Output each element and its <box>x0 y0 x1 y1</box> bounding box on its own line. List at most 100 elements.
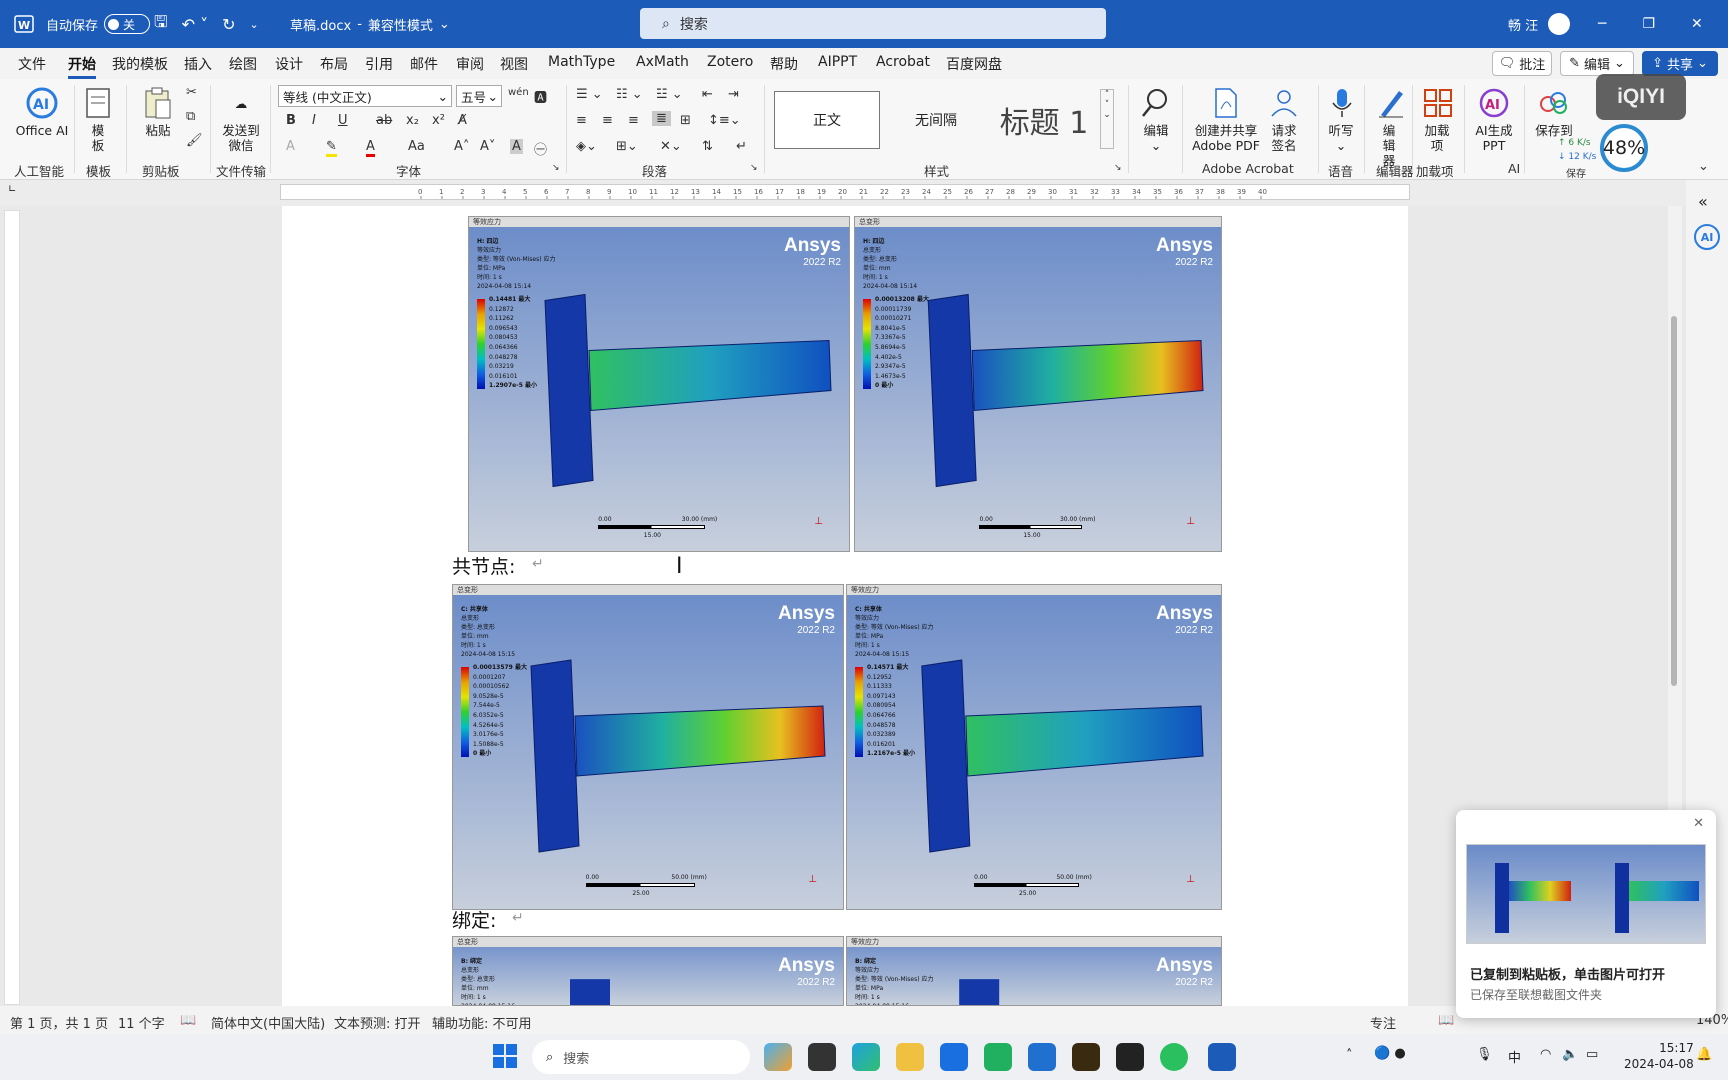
avatar[interactable] <box>1548 13 1571 35</box>
line-spacing-icon[interactable]: ↕≡⌄ <box>708 113 741 128</box>
save-to-button[interactable]: 保存到 <box>1530 85 1578 138</box>
page-count[interactable]: 第 1 页，共 1 页 <box>10 1013 108 1032</box>
edge-icon[interactable] <box>852 1043 880 1071</box>
ansys-image-4[interactable]: 等效应力 Ansys 2022 R2 C: 共享体 等效应力 类型: 等效 (Von-Mi… <box>846 584 1222 910</box>
distributed-icon[interactable]: ⊞ <box>680 113 691 128</box>
create-share-pdf-button[interactable]: 创建并共享 Adobe PDF <box>1188 85 1264 153</box>
paragraph-dialog-launcher-icon[interactable]: ↘ <box>750 163 758 173</box>
request-signature-button[interactable]: 请求签名 <box>1266 85 1302 153</box>
tab-mailings[interactable]: 邮件 <box>410 54 438 74</box>
tab-review[interactable]: 审阅 <box>456 54 484 74</box>
editing-button[interactable]: 编辑 ⌄ <box>1136 85 1176 153</box>
tab-home[interactable]: 开始 <box>68 54 96 79</box>
collapse-pane-icon[interactable]: « <box>1698 192 1708 211</box>
ime-indicator[interactable]: 中 <box>1508 1047 1521 1066</box>
notification-bell-icon[interactable]: 🔔 <box>1696 1047 1712 1062</box>
windows-start-icon[interactable] <box>492 1043 520 1071</box>
bullets-icon[interactable]: ☰ ⌄ <box>576 87 603 102</box>
multilevel-list-icon[interactable]: ☳ ⌄ <box>656 87 683 102</box>
styles-gallery-scroll[interactable]: ˄ ˅ ⌄ <box>1100 89 1114 149</box>
vertical-ruler[interactable] <box>4 210 20 1005</box>
text-effects-icon[interactable]: A <box>286 139 295 154</box>
ansys-image-5[interactable]: 总变形 Ansys 2022 R2 B: 绑定 总变形 类型: 总变形 单位: mm 时间: … <box>452 936 844 1006</box>
horizontal-ruler[interactable]: 0 1 2 3 4 5 6 7 8 9 10 11 12 13 14 15 16 17 18 19 20 21 22 23 24… <box>280 184 1410 200</box>
lenovo-app-icon[interactable] <box>940 1043 968 1071</box>
phonetic-guide-icon[interactable]: wén <box>508 87 529 98</box>
close-icon[interactable]: ✕ <box>1693 816 1704 831</box>
style-no-spacing[interactable]: 无间隔 <box>886 91 986 149</box>
change-case-icon[interactable]: Aa <box>408 139 425 154</box>
increase-indent-icon[interactable]: ⇥ <box>728 87 739 102</box>
accessibility-status[interactable]: 辅助功能: 不可用 <box>432 1013 532 1032</box>
show-marks-icon[interactable]: ↵ <box>736 139 747 154</box>
ansys-image-3[interactable]: 总变形 Ansys 2022 R2 C: 共享体 总变形 类型: 总变形 单位: mm 时间:… <box>452 584 844 910</box>
ansys-image-2[interactable]: 总变形 Ansys 2022 R2 H: 四边 总变形 类型: 总变形 单位: mm 时间: … <box>854 216 1222 552</box>
iqiyi-overlay[interactable]: iQIYI <box>1596 74 1686 120</box>
scroll-thumb[interactable] <box>1671 316 1677 686</box>
tab-stop-selector[interactable]: ∟ <box>8 184 16 195</box>
tab-aippt[interactable]: AIPPT <box>818 54 857 70</box>
document-page[interactable]: 等效应力 Ansys 2022 R2 H: 四边 等效应力 类型: 等效 (Von-Mis… <box>282 206 1408 1006</box>
close-icon[interactable]: ✕ <box>1691 16 1703 32</box>
minimize-icon[interactable]: ─ <box>1598 16 1606 32</box>
redo-icon[interactable]: ↻ <box>222 15 235 34</box>
sort-icon[interactable]: ⇅ <box>702 139 713 154</box>
tab-draw[interactable]: 绘图 <box>229 54 257 74</box>
tab-baidu-netdisk[interactable]: 百度网盘 <box>946 54 1002 74</box>
editor-button[interactable]: 编辑器 <box>1372 85 1406 168</box>
autosave-control[interactable]: 自动保存 关 <box>46 0 151 48</box>
tab-mathtype[interactable]: MathType <box>548 54 615 70</box>
store-icon[interactable] <box>1028 1043 1056 1071</box>
chevron-down-icon[interactable]: ⌄ <box>439 17 450 32</box>
proofing-icon[interactable]: 📖 <box>180 1013 196 1028</box>
paste-button[interactable]: 粘贴 <box>138 85 178 138</box>
battery-icon[interactable]: ▭ <box>1586 1047 1598 1062</box>
char-shading-icon[interactable]: A <box>510 139 523 154</box>
format-painter-icon[interactable]: 🖌 <box>186 133 203 148</box>
cpu-gauge[interactable]: 48% <box>1600 124 1648 172</box>
user-name[interactable]: 畅 汪 <box>1508 15 1538 34</box>
language-status[interactable]: 简体中文(中国大陆) <box>211 1013 325 1032</box>
font-color-icon[interactable]: A <box>366 139 375 157</box>
word-count[interactable]: 11 个字 <box>118 1013 165 1032</box>
tray-app-icons[interactable]: 🔵 ● <box>1374 1046 1406 1061</box>
restore-icon[interactable]: ❐ <box>1642 16 1655 32</box>
tab-acrobat[interactable]: Acrobat <box>876 54 930 70</box>
share-button[interactable]: ⇪ 共享 ⌄ <box>1642 51 1718 76</box>
underline-icon[interactable]: U <box>338 113 348 128</box>
screenshot-toast[interactable]: ✕ 已复制到粘贴板，单击图片可打开 已保存至联想截图文件夹 <box>1456 810 1716 1018</box>
font-name-select[interactable]: 等线 (中文正文) ⌄ <box>278 85 452 107</box>
clock[interactable]: 15:17 2024-04-08 <box>1624 1040 1694 1072</box>
strikethrough-icon[interactable]: ab <box>376 113 392 128</box>
tab-layout[interactable]: 布局 <box>320 54 348 74</box>
file-explorer-icon[interactable] <box>896 1043 924 1071</box>
ansys-image-6[interactable]: 等效应力 Ansys 2022 R2 B: 绑定 等效应力 类型: 等效 (Von-Mis… <box>846 936 1222 1006</box>
send-to-wechat-button[interactable]: ☁ 发送到微信 <box>218 85 264 154</box>
bold-icon[interactable]: B <box>286 113 296 128</box>
editing-mode-button[interactable]: ✎ 编辑 ⌄ <box>1560 51 1634 76</box>
word-app-icon[interactable]: W <box>14 0 34 48</box>
chinese-layout-icon[interactable]: ✕⌄ <box>660 139 682 154</box>
autosave-toggle[interactable]: 关 <box>104 14 151 34</box>
shading-icon[interactable]: ◈⌄ <box>576 139 597 154</box>
save-icon[interactable]: 🖫 <box>154 11 168 38</box>
highlight-icon[interactable]: ✎ <box>326 139 337 157</box>
align-right-icon[interactable]: ≡ <box>628 113 639 128</box>
char-border-icon[interactable]: 🅰 <box>534 87 547 106</box>
collapse-ribbon-icon[interactable]: ⌄ <box>1698 159 1709 174</box>
comments-button[interactable]: 🗨 批注 <box>1492 51 1552 76</box>
dictate-button[interactable]: 听写 ⌄ <box>1324 85 1358 153</box>
tab-axmath[interactable]: AxMath <box>636 54 689 70</box>
tab-file[interactable]: 文件 <box>18 54 46 74</box>
tab-my-templates[interactable]: 我的模板 <box>112 54 168 74</box>
ansys-image-1[interactable]: 等效应力 Ansys 2022 R2 H: 四边 等效应力 类型: 等效 (Von-Mis… <box>468 216 850 552</box>
subscript-icon[interactable]: x₂ <box>406 113 419 128</box>
tab-zotero[interactable]: Zotero <box>707 54 753 70</box>
align-left-icon[interactable]: ≡ <box>576 113 587 128</box>
borders-icon[interactable]: ⊞⌄ <box>616 139 638 154</box>
tray-chevron-icon[interactable]: ˄ <box>1346 1048 1353 1063</box>
clear-format-icon[interactable]: A̸ <box>458 113 467 128</box>
wechat-icon[interactable] <box>1160 1043 1188 1071</box>
volume-icon[interactable]: 🔈 <box>1562 1047 1578 1062</box>
screenshot-app-icon[interactable] <box>1116 1043 1144 1071</box>
